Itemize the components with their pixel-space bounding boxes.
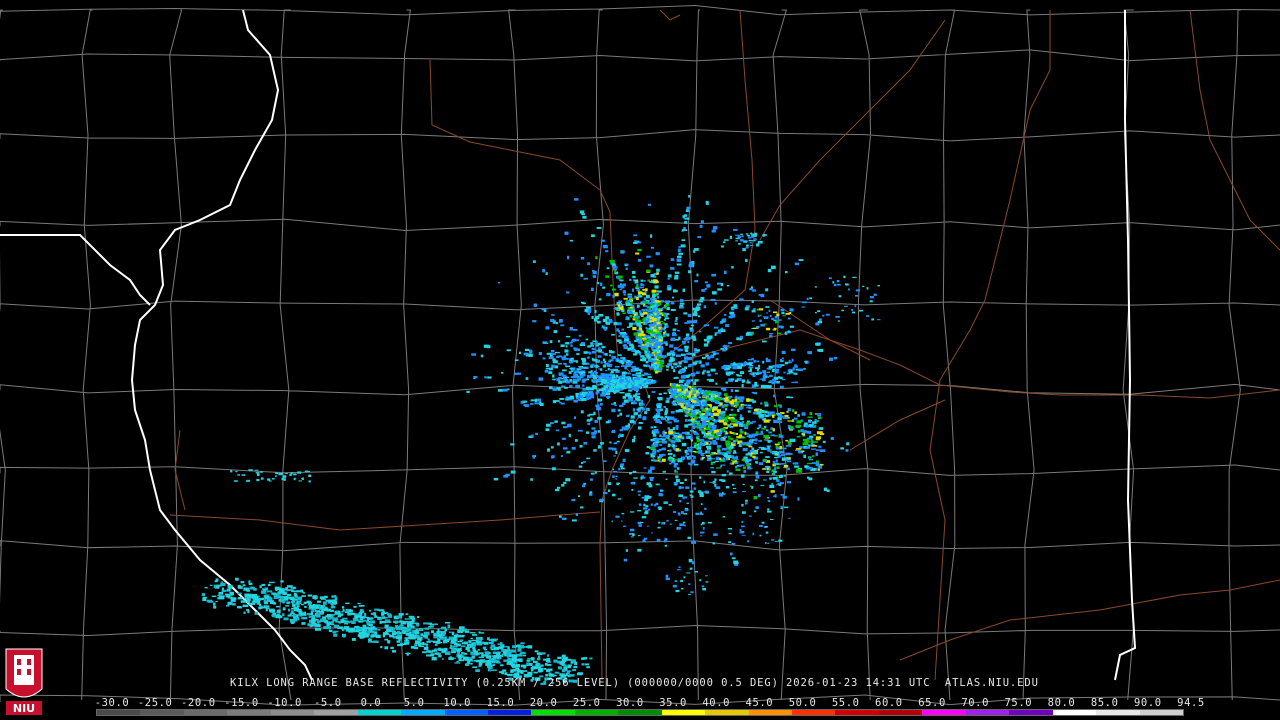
scale-color-swatch bbox=[1052, 710, 1097, 715]
scale-color-swatch bbox=[140, 710, 184, 715]
scale-color-swatch bbox=[748, 710, 792, 715]
scale-color-swatch bbox=[618, 710, 662, 715]
scale-tick-label: 70.0 bbox=[961, 697, 990, 709]
scale-tick-label: -25.0 bbox=[137, 697, 173, 709]
scale-tick-label: 20.0 bbox=[529, 697, 558, 709]
scale-color-swatch bbox=[574, 710, 619, 715]
scale-color-swatch bbox=[965, 710, 1010, 715]
scale-tick-label: -30.0 bbox=[94, 697, 130, 709]
scale-tick-label: 50.0 bbox=[788, 697, 817, 709]
radar-map bbox=[0, 0, 1280, 720]
scale-color-swatch bbox=[357, 710, 402, 715]
scale-tick-label: 65.0 bbox=[918, 697, 946, 709]
scale-tick-label: 94.5 bbox=[1177, 697, 1205, 709]
scale-tick-label: 35.0 bbox=[659, 697, 687, 709]
scale-color-swatch bbox=[1139, 710, 1183, 715]
color-scale-bar bbox=[96, 709, 1184, 716]
product-caption: KILX LONG RANGE BASE REFLECTIVITY (0.25K… bbox=[230, 677, 1039, 689]
scale-color-swatch bbox=[401, 710, 445, 715]
scale-color-swatch bbox=[444, 710, 488, 715]
scale-tick-label: -20.0 bbox=[181, 697, 216, 709]
scale-tick-label: 90.0 bbox=[1133, 697, 1162, 709]
scale-tick-label: 10.0 bbox=[443, 697, 472, 709]
scale-color-swatch bbox=[270, 710, 315, 715]
scale-tick-label: 60.0 bbox=[875, 697, 903, 709]
scale-color-swatch bbox=[792, 710, 836, 715]
color-scale-labels: -30.0 -25.0 -20.0 -15.0 -10.0 -5.0 0.0 5.0 10.0 1… bbox=[0, 697, 1280, 709]
scale-tick-label: 85.0 bbox=[1090, 697, 1119, 709]
scale-color-swatch bbox=[183, 710, 228, 715]
scale-tick-label: -5.0 bbox=[313, 697, 342, 709]
scale-tick-label: 80.0 bbox=[1047, 697, 1076, 709]
scale-color-swatch bbox=[705, 710, 749, 715]
scale-tick-label: 75.0 bbox=[1004, 697, 1033, 709]
scale-tick-label: 5.0 bbox=[403, 697, 425, 709]
scale-tick-label: 25.0 bbox=[572, 697, 601, 709]
scale-tick-label: 15.0 bbox=[486, 697, 515, 709]
scale-color-swatch bbox=[227, 710, 271, 715]
scale-color-swatch bbox=[1009, 710, 1053, 715]
scale-color-swatch bbox=[661, 710, 706, 715]
niu-logo: NIU bbox=[5, 648, 43, 715]
scale-tick-label: 30.0 bbox=[616, 697, 644, 709]
scale-color-swatch bbox=[314, 710, 358, 715]
scale-tick-label: 45.0 bbox=[745, 697, 774, 709]
scale-color-swatch bbox=[922, 710, 966, 715]
scale-color-swatch bbox=[531, 710, 575, 715]
scale-color-swatch bbox=[878, 710, 923, 715]
scale-color-swatch bbox=[835, 710, 879, 715]
scale-tick-label: 0.0 bbox=[360, 697, 382, 709]
scale-tick-label: 55.0 bbox=[831, 697, 860, 709]
scale-tick-label: 40.0 bbox=[702, 697, 731, 709]
scale-tick-label: -10.0 bbox=[267, 697, 302, 709]
scale-color-swatch bbox=[97, 710, 141, 715]
scale-color-swatch bbox=[1096, 710, 1140, 715]
svg-text:NIU: NIU bbox=[13, 702, 35, 715]
scale-color-swatch bbox=[487, 710, 532, 715]
scale-tick-label: -15.0 bbox=[224, 697, 259, 709]
